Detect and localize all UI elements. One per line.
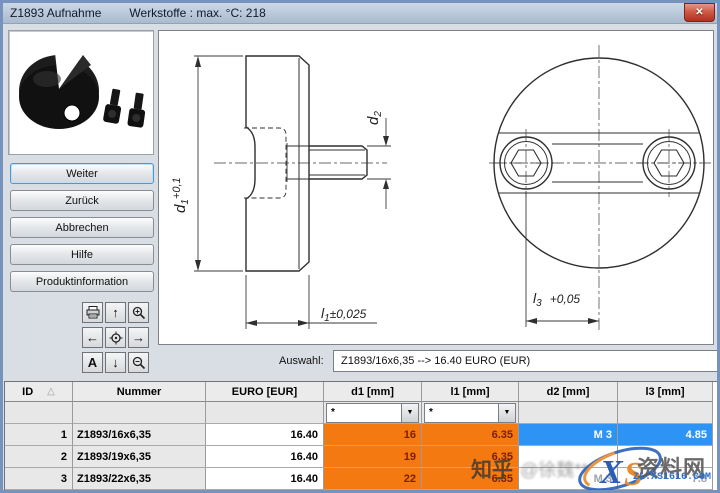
printer-icon [86, 306, 100, 319]
cell-euro[interactable]: 16.40 [206, 424, 324, 446]
pan-up-button[interactable]: ↑ [105, 302, 126, 323]
dim-l1-label: l1±0,025 [321, 305, 367, 324]
zoom-out-button[interactable] [128, 352, 149, 373]
table-filter-row: * ▼ * ▼ [5, 402, 717, 424]
col-header-nummer[interactable]: Nummer [73, 382, 206, 402]
table-row[interactable]: 3 Z1893/22x6,35 16.40 22 6.35 M 3 7.8 [5, 468, 717, 490]
l1-filter-combobox[interactable]: * ▼ [424, 403, 516, 423]
cell-l3[interactable]: 4.85 [618, 424, 713, 446]
dialog-window: Z1893 Aufnahme Werkstoffe : max. °C: 218… [0, 0, 720, 493]
cell-d1[interactable]: 16 [324, 424, 422, 446]
hilfe-label: Hilfe [71, 249, 93, 261]
window-title: Z1893 Aufnahme [10, 6, 101, 20]
window-subtitle: Werkstoffe : max. °C: 218 [129, 6, 265, 20]
filter-d1: * ▼ [324, 402, 422, 424]
title-bar[interactable]: Z1893 Aufnahme Werkstoffe : max. °C: 218 [3, 3, 717, 24]
fit-view-button[interactable] [105, 327, 126, 348]
chevron-down-icon: ▼ [407, 409, 414, 416]
zoom-out-icon [132, 356, 146, 370]
zurueck-button[interactable]: Zurück [10, 190, 154, 211]
dim-d2-label: d2 [365, 111, 384, 125]
sort-ascending-icon[interactable]: △ [47, 386, 55, 397]
pan-right-button[interactable]: → [128, 327, 149, 348]
chevron-down-icon: ▼ [504, 409, 511, 416]
arrow-right-icon: → [132, 330, 145, 345]
table-row[interactable]: 1 Z1893/16x6,35 16.40 16 6.35 M 3 4.85 [5, 424, 717, 446]
cell-d2[interactable] [519, 446, 618, 468]
abbrechen-button[interactable]: Abbrechen [10, 217, 154, 238]
cell-d2[interactable]: M 3 [519, 424, 618, 446]
produktinformation-button[interactable]: Produktinformation [10, 271, 154, 292]
filter-d2 [519, 402, 618, 424]
filter-id [5, 402, 73, 424]
dim-l3-label: l3+0,05 [533, 290, 580, 309]
center-view-icon [109, 331, 123, 345]
arrow-up-icon: ↑ [112, 305, 119, 320]
cell-euro[interactable]: 16.40 [206, 468, 324, 490]
col-header-l3[interactable]: l3 [mm] [618, 382, 713, 402]
produktinformation-label: Produktinformation [36, 276, 128, 288]
filter-l1: * ▼ [422, 402, 519, 424]
technical-drawing: d1+0,1 d2 l1±0,025 l3+0,05 [159, 31, 713, 344]
col-header-d2[interactable]: d2 [mm] [519, 382, 618, 402]
hilfe-button[interactable]: Hilfe [10, 244, 154, 265]
arrow-left-icon: ← [86, 330, 99, 345]
col-header-d1[interactable]: d1 [mm] [324, 382, 422, 402]
col-header-euro[interactable]: EURO [EUR] [206, 382, 324, 402]
close-button[interactable]: ✕ [684, 3, 715, 22]
col-header-l1[interactable]: l1 [mm] [422, 382, 519, 402]
pan-down-button[interactable]: ↓ [105, 352, 126, 373]
parts-table: ID△ Nummer EURO [EUR] d1 [mm] l1 [mm] d2… [4, 381, 718, 491]
l1-filter-dropdown-button[interactable]: ▼ [498, 404, 515, 422]
auswahl-value: Z1893/16x6,35 --> 16.40 EURO (EUR) [341, 355, 530, 367]
auswahl-value-box[interactable]: Z1893/16x6,35 --> 16.40 EURO (EUR) [333, 350, 720, 372]
print-button[interactable] [82, 302, 103, 323]
filter-l3 [618, 402, 713, 424]
technical-drawing-panel[interactable]: d1+0,1 d2 l1±0,025 l3+0,05 [158, 30, 714, 345]
cell-d2[interactable]: M 3 [519, 468, 618, 490]
d1-filter-combobox[interactable]: * ▼ [326, 403, 419, 423]
dim-d1-label: d1+0,1 [171, 177, 191, 213]
zurueck-label: Zurück [65, 195, 99, 207]
cell-id[interactable]: 2 [5, 446, 73, 468]
d1-filter-dropdown-button[interactable]: ▼ [401, 404, 418, 422]
table-row[interactable]: 2 Z1893/19x6,35 16.40 19 6.35 [5, 446, 717, 468]
cell-l1[interactable]: 6.35 [422, 424, 519, 446]
product-photo [9, 31, 153, 152]
product-thumbnail [8, 30, 154, 155]
zoom-in-button[interactable] [128, 302, 149, 323]
cell-nummer[interactable]: Z1893/22x6,35 [73, 468, 206, 490]
zoom-in-icon [132, 306, 146, 320]
cell-euro[interactable]: 16.40 [206, 446, 324, 468]
arrow-down-icon: ↓ [112, 355, 119, 370]
filter-euro [206, 402, 324, 424]
cell-nummer[interactable]: Z1893/16x6,35 [73, 424, 206, 446]
cell-l1[interactable]: 6.35 [422, 446, 519, 468]
col-header-id[interactable]: ID△ [5, 382, 73, 402]
table-header-row: ID△ Nummer EURO [EUR] d1 [mm] l1 [mm] d2… [5, 382, 717, 402]
auswahl-label: Auswahl: [279, 355, 324, 367]
cell-d1[interactable]: 19 [324, 446, 422, 468]
cell-l3[interactable] [618, 446, 713, 468]
cell-id[interactable]: 1 [5, 424, 73, 446]
cell-l1[interactable]: 6.35 [422, 468, 519, 490]
text-size-button[interactable]: A [82, 352, 103, 373]
cell-nummer[interactable]: Z1893/19x6,35 [73, 446, 206, 468]
weiter-button[interactable]: Weiter [10, 163, 154, 184]
pan-left-button[interactable]: ← [82, 327, 103, 348]
filter-nummer [73, 402, 206, 424]
letter-a-icon: A [88, 355, 97, 370]
cell-id[interactable]: 3 [5, 468, 73, 490]
cell-l3[interactable]: 7.8 [618, 468, 713, 490]
cell-d1[interactable]: 22 [324, 468, 422, 490]
close-icon: ✕ [695, 7, 703, 18]
weiter-label: Weiter [66, 168, 98, 180]
abbrechen-label: Abbrechen [55, 222, 108, 234]
